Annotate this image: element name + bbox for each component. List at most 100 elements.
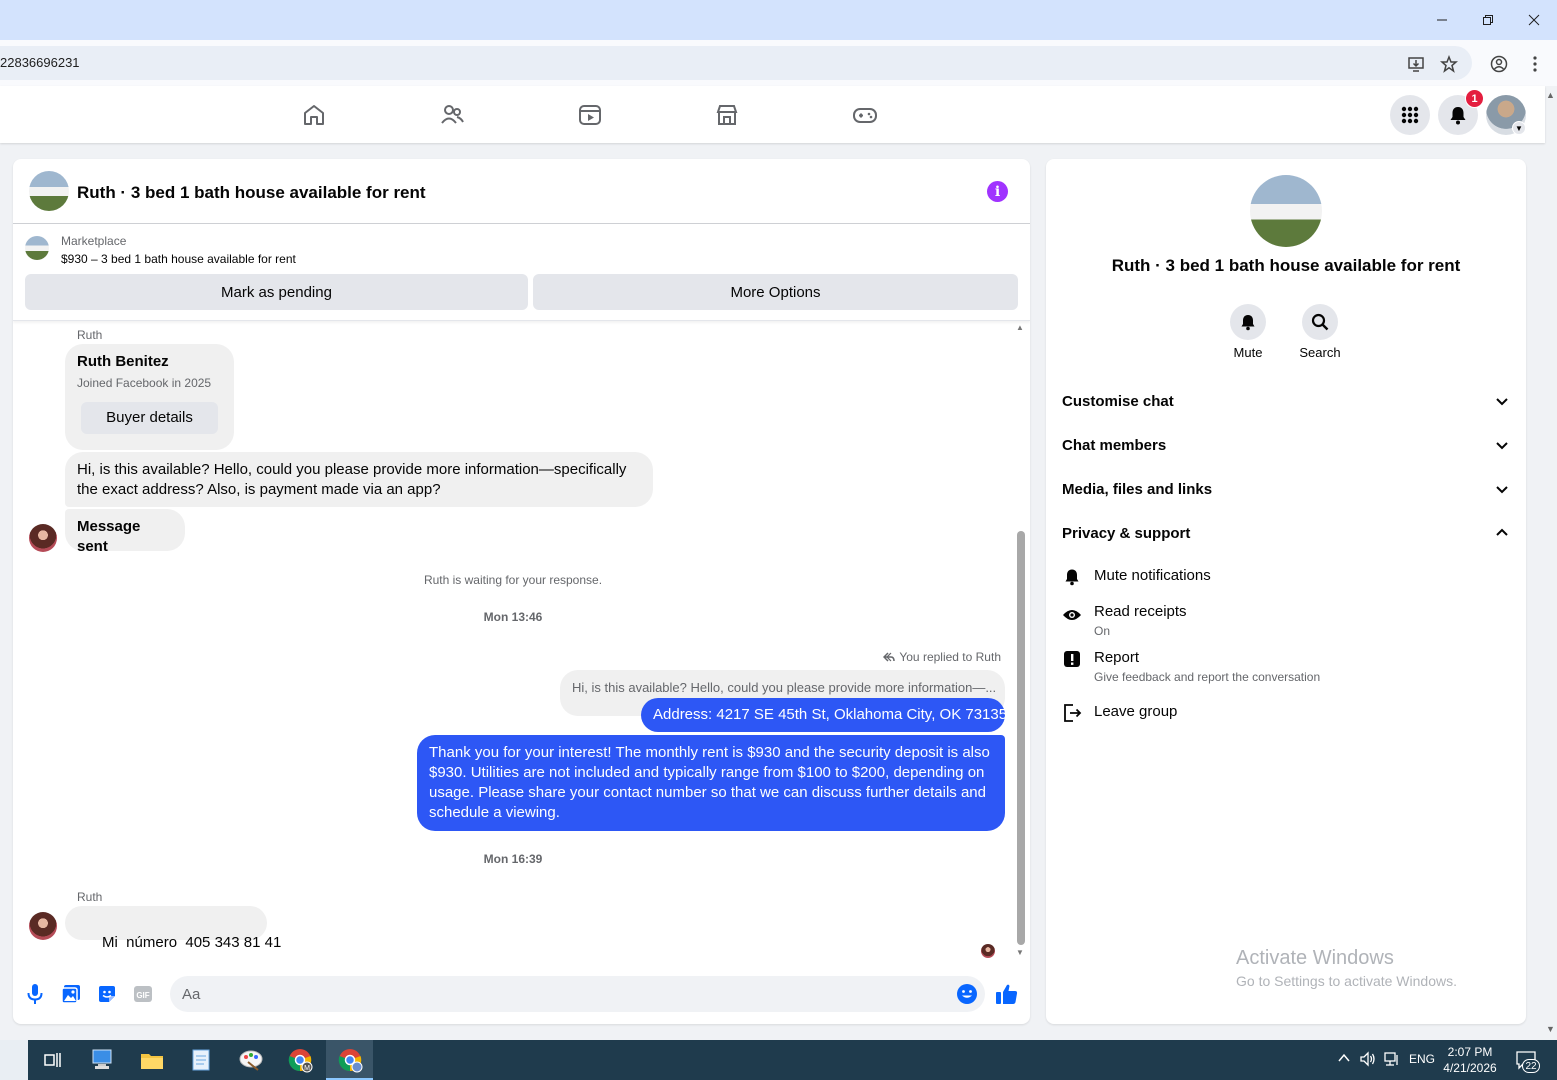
this-pc-icon[interactable] [88,1046,118,1074]
paint-icon[interactable] [236,1046,266,1074]
chevron-down-icon[interactable]: ▼ [1512,121,1526,135]
panel-title: Ruth · 3 bed 1 bath house available for … [1111,256,1461,275]
menu-grid-icon[interactable] [1390,95,1430,135]
item-label: Leave group [1094,703,1178,720]
scroll-up-icon[interactable]: ▲ [1016,323,1024,332]
mark-pending-button[interactable]: Mark as pending [25,274,528,310]
page-scroll-down-icon[interactable]: ▼ [1546,1024,1555,1034]
sender-avatar[interactable] [29,912,57,940]
section-media-files[interactable]: Media, files and links [1062,471,1510,507]
leave-icon [1062,703,1082,723]
search-label: Search [1299,345,1341,360]
browser-titlebar [0,0,1557,40]
svg-text:GIF: GIF [136,991,149,1000]
leave-group-item[interactable]: Leave group [1062,703,1510,727]
section-chat-members[interactable]: Chat members [1062,427,1510,463]
message-text: Hi, is this available? Hello, could you … [77,461,627,478]
marketplace-icon[interactable] [712,100,742,130]
friends-icon[interactable] [437,100,467,130]
facebook-nav [0,86,1545,143]
section-customise-chat[interactable]: Customise chat [1062,383,1510,419]
scroll-thumb[interactable] [1017,531,1025,945]
search-icon [1302,304,1338,340]
section-label: Customise chat [1062,392,1174,410]
minimize-icon[interactable] [1430,8,1454,32]
network-icon[interactable] [1383,1051,1401,1070]
item-state: On [1094,624,1111,638]
tray-chevron-up-icon[interactable] [1337,1051,1351,1068]
action-center-count: 22 [1522,1059,1540,1073]
activate-windows-hint: Go to Settings to activate Windows. [1236,973,1457,989]
taskbar-start-edge[interactable] [0,1040,28,1080]
install-app-icon[interactable] [1405,53,1427,75]
home-icon[interactable] [299,100,329,130]
item-label: Mute notifications [1094,567,1211,584]
notepad-icon[interactable] [186,1046,216,1074]
message-bubble: Mi número 405 343 81 41 [65,906,281,951]
mute-button[interactable]: Mute [1218,304,1278,360]
restore-icon[interactable] [1476,8,1500,32]
search-button[interactable]: Search [1290,304,1350,360]
emoji-icon[interactable] [955,982,979,1006]
sticker-icon[interactable] [95,982,119,1006]
listing-photo[interactable] [1250,175,1322,247]
address-bar[interactable]: 22836696231 [0,46,1472,80]
scroll-down-icon[interactable]: ▼ [1016,948,1024,957]
gaming-icon[interactable] [850,100,880,130]
browser-menu-icon[interactable] [1524,53,1546,75]
task-view-icon[interactable] [38,1046,68,1074]
message-bubble: Hi, is this available? Hello, could you … [65,452,653,507]
activate-windows-watermark: Activate Windows [1236,947,1394,969]
buyer-details-button[interactable]: Buyer details [81,402,218,434]
listing-thumbnail[interactable] [29,171,69,211]
mute-notifications-item[interactable]: Mute notifications [1062,567,1510,591]
system-clock[interactable]: 2:07 PM 4/21/2026 [1430,1044,1510,1076]
section-label: Chat members [1062,436,1167,454]
photo-gallery-icon[interactable] [59,982,83,1006]
video-icon[interactable] [575,100,605,130]
microphone-icon[interactable] [23,982,47,1006]
volume-icon[interactable] [1359,1051,1377,1070]
file-explorer-icon[interactable] [137,1046,167,1074]
sender-name: Ruth [77,890,103,904]
gif-icon[interactable]: GIF [131,982,155,1006]
windows-taskbar: M ENG 2:07 PM 4/21/2026 22 [0,1040,1557,1080]
profile-icon[interactable] [1488,53,1510,75]
replied-text: You replied to Ruth [899,650,1001,664]
chat-title[interactable]: Ruth · 3 bed 1 bath house available for … [77,183,426,203]
close-icon[interactable] [1522,8,1546,32]
eye-icon [1062,605,1082,625]
waiting-note: Ruth is waiting for your response. [423,573,603,587]
chat-panel: Ruth · 3 bed 1 bath house available for … [13,159,1030,1024]
buyer-name[interactable]: Ruth Benitez [77,352,169,372]
thumbs-up-icon[interactable] [995,982,1019,1006]
section-privacy-support[interactable]: Privacy & support [1062,515,1510,551]
chevron-down-icon [1496,486,1508,494]
message-text: Address: 4217 SE 45th St, Oklahoma City,… [653,706,1008,723]
chat-info-panel: Ruth · 3 bed 1 bath house available for … [1046,159,1526,1024]
report-item[interactable]: Report Give feedback and report the conv… [1062,649,1510,689]
clock-time: 2:07 PM [1447,1045,1493,1059]
sender-avatar[interactable] [29,524,57,552]
quoted-text: Hi, is this available? Hello, could you … [572,680,997,695]
info-icon[interactable]: i [987,181,1008,202]
message-text: Thank you for your interest! The monthly… [429,744,990,761]
page-scroll-up-icon[interactable]: ▲ [1546,90,1555,100]
more-options-button[interactable]: More Options [533,274,1018,310]
message-composer: GIF [13,969,1030,1024]
listing-price[interactable]: $930 – 3 bed 1 bath house available for … [61,252,296,266]
action-center-icon[interactable]: 22 [1515,1050,1541,1073]
read-receipts-item[interactable]: Read receipts On [1062,603,1510,643]
message-text: usage. Please share your contact number … [429,784,986,801]
message-list: Ruth Ruth Benitez Joined Facebook in 202… [13,321,1013,961]
buyer-profile-card: Ruth Benitez Joined Facebook in 2025 Buy… [65,344,234,450]
chat-scrollbar[interactable]: ▲ ▼ [1014,321,1028,961]
bookmark-star-icon[interactable] [1438,53,1460,75]
listing-small-thumbnail[interactable] [25,236,49,260]
chrome-active-icon[interactable] [335,1046,365,1074]
message-text: Message sent [77,518,141,555]
clock-date: 4/21/2026 [1443,1061,1497,1075]
message-input[interactable] [170,976,985,1012]
chrome-profile-icon[interactable]: M [285,1046,315,1074]
item-label: Report [1094,649,1140,666]
